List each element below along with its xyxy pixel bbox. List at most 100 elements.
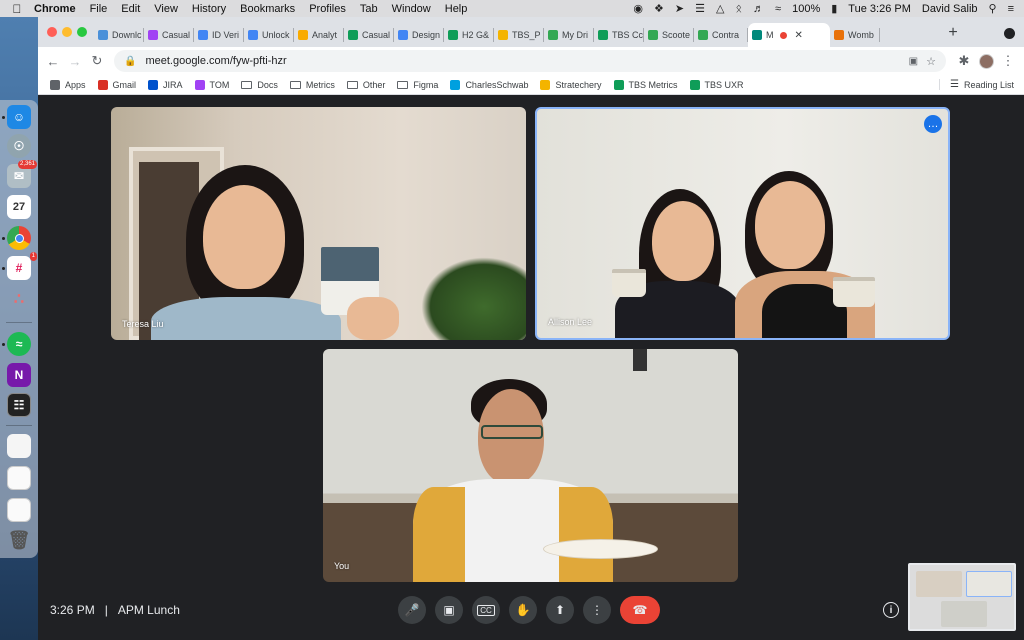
bookmark-item[interactable]: TOM	[194, 79, 229, 90]
zoom-window-button[interactable]	[77, 27, 87, 37]
menu-profiles[interactable]: Profiles	[309, 3, 346, 15]
participant-name: You	[334, 561, 350, 571]
browser-tab[interactable]: H2 G&	[444, 23, 494, 47]
browser-tab[interactable]: Design	[394, 23, 444, 47]
self-view-thumbnail[interactable]	[908, 563, 1016, 631]
camera-in-use-icon[interactable]: ▣	[909, 56, 918, 67]
bookmark-item[interactable]: Metrics	[289, 80, 335, 90]
trash-icon[interactable]: 🗑	[7, 528, 31, 552]
bookmark-item[interactable]: JIRA	[148, 79, 183, 90]
menu-tab[interactable]: Tab	[360, 3, 378, 15]
menu-file[interactable]: File	[90, 3, 108, 15]
slack-icon[interactable]: #1	[7, 252, 37, 280]
browser-tab[interactable]: ID Veri	[194, 23, 244, 47]
reload-button[interactable]: ↻	[88, 52, 106, 70]
control-center-icon[interactable]: ≡	[1008, 3, 1014, 15]
bookmark-item[interactable]: TBS UXR	[689, 79, 744, 90]
address-bar[interactable]: 🔒 meet.google.com/fyw-pfti-hzr ▣ ☆	[114, 50, 946, 72]
airplay-icon[interactable]: △	[716, 2, 724, 15]
close-tab-icon[interactable]: ✕	[795, 30, 803, 41]
microphone-button[interactable]: 🎤	[398, 596, 426, 624]
bookmark-item[interactable]: Figma	[397, 80, 438, 90]
browser-tab[interactable]: Contra	[694, 23, 748, 47]
terminal-app-icon[interactable]: ☷	[7, 393, 31, 417]
participant-tile[interactable]: Teresa Liu	[111, 107, 526, 340]
participant-tile-active-speaker[interactable]: … Allison Lee	[535, 107, 950, 340]
browser-tab[interactable]: TBS_P	[494, 23, 544, 47]
present-button[interactable]: ⬆	[546, 596, 574, 624]
calendar-icon[interactable]: 27	[7, 195, 31, 219]
browser-tab[interactable]: Downlc	[94, 23, 144, 47]
lock-icon[interactable]: 🔒	[124, 56, 136, 67]
tab-favicon-icon	[298, 30, 308, 40]
browser-tab[interactable]: My Dri	[544, 23, 594, 47]
bookmark-item[interactable]: TBS Metrics	[613, 79, 678, 90]
document-thumbnail-icon[interactable]	[7, 466, 31, 490]
tab-search-icon[interactable]	[1000, 24, 1018, 42]
more-options-button[interactable]: ⋮	[583, 596, 611, 624]
finder-icon[interactable]: ☺	[7, 105, 31, 129]
onenote-icon[interactable]: N	[7, 363, 31, 387]
menu-edit[interactable]: Edit	[121, 3, 140, 15]
leave-call-button[interactable]: ☎	[620, 596, 660, 624]
extensions-icon[interactable]: ✱	[955, 52, 973, 70]
more-options-icon[interactable]: …	[924, 115, 942, 133]
menu-view[interactable]: View	[154, 3, 178, 15]
bookmark-item[interactable]: Gmail	[97, 79, 136, 90]
menu-history[interactable]: History	[192, 3, 226, 15]
reading-list-button[interactable]: ☰ Reading List	[938, 79, 1024, 90]
close-window-button[interactable]	[47, 27, 57, 37]
bookmark-item[interactable]: CharlesSchwab	[450, 79, 528, 90]
new-tab-button[interactable]: +	[944, 24, 962, 42]
menu-bookmarks[interactable]: Bookmarks	[240, 3, 295, 15]
browser-tab[interactable]: TBS Cc	[594, 23, 644, 47]
plant	[421, 257, 526, 340]
layers-icon[interactable]: ☰	[695, 2, 705, 15]
forward-button[interactable]: →	[66, 52, 84, 70]
safari-icon[interactable]: ☉	[7, 134, 31, 158]
back-button[interactable]: ←	[44, 52, 62, 70]
bookmark-star-icon[interactable]: ☆	[926, 55, 936, 68]
screen-record-icon[interactable]: ◉	[633, 2, 643, 15]
battery-icon[interactable]: ▮	[831, 2, 837, 15]
menu-window[interactable]: Window	[392, 3, 431, 15]
wifi-icon[interactable]: ≈	[775, 3, 781, 15]
menu-help[interactable]: Help	[445, 3, 468, 15]
mail-icon[interactable]: ✉ 2,361	[7, 160, 37, 188]
menu-user[interactable]: David Salib	[922, 3, 978, 15]
tab-active-meet[interactable]: M ✕	[748, 23, 830, 47]
participant-name: Allison Lee	[548, 317, 593, 327]
asana-icon[interactable]: ∴	[7, 287, 31, 311]
browser-tab[interactable]: Womb	[830, 23, 880, 47]
browser-tab[interactable]: Analyt	[294, 23, 344, 47]
bluetooth-icon[interactable]: ᛟ	[735, 3, 742, 15]
raise-hand-button[interactable]: ✋	[509, 596, 537, 624]
menu-app-name[interactable]: Chrome	[34, 3, 76, 15]
dropbox-icon[interactable]: ❖	[654, 2, 664, 15]
bookmark-item[interactable]: Docs	[241, 80, 278, 90]
bookmark-item[interactable]: Stratechery	[540, 79, 602, 90]
browser-tab[interactable]: Casual	[144, 23, 194, 47]
rocket-icon[interactable]: ➤	[675, 2, 684, 15]
apple-menu-icon[interactable]: 	[0, 2, 34, 16]
menu-clock[interactable]: Tue 3:26 PM	[848, 3, 911, 15]
bookmark-item[interactable]: Apps	[50, 79, 86, 90]
participant-tile-self[interactable]: You	[323, 349, 738, 582]
browser-tab[interactable]: Unlock	[244, 23, 294, 47]
chrome-icon[interactable]	[7, 226, 31, 250]
url-text[interactable]: meet.google.com/fyw-pfti-hzr	[145, 55, 286, 67]
captions-button[interactable]: CC	[472, 596, 500, 624]
browser-tab[interactable]: Casual	[344, 23, 394, 47]
browser-tab[interactable]: Scoote	[644, 23, 694, 47]
browser-menu-icon[interactable]: ⋮	[999, 52, 1017, 70]
spotlight-search-icon[interactable]: ⚲	[989, 2, 997, 15]
camera-button[interactable]: ▣	[435, 596, 463, 624]
meeting-info-icon[interactable]: i	[883, 602, 899, 618]
bookmark-item[interactable]: Other	[346, 80, 385, 90]
document-thumbnail-icon[interactable]	[7, 498, 31, 522]
volume-icon[interactable]: ♬	[753, 3, 764, 15]
spotify-icon[interactable]: ≈	[7, 332, 31, 356]
minimize-window-button[interactable]	[62, 27, 72, 37]
document-thumbnail-icon[interactable]	[7, 434, 31, 458]
profile-avatar[interactable]	[977, 52, 995, 70]
